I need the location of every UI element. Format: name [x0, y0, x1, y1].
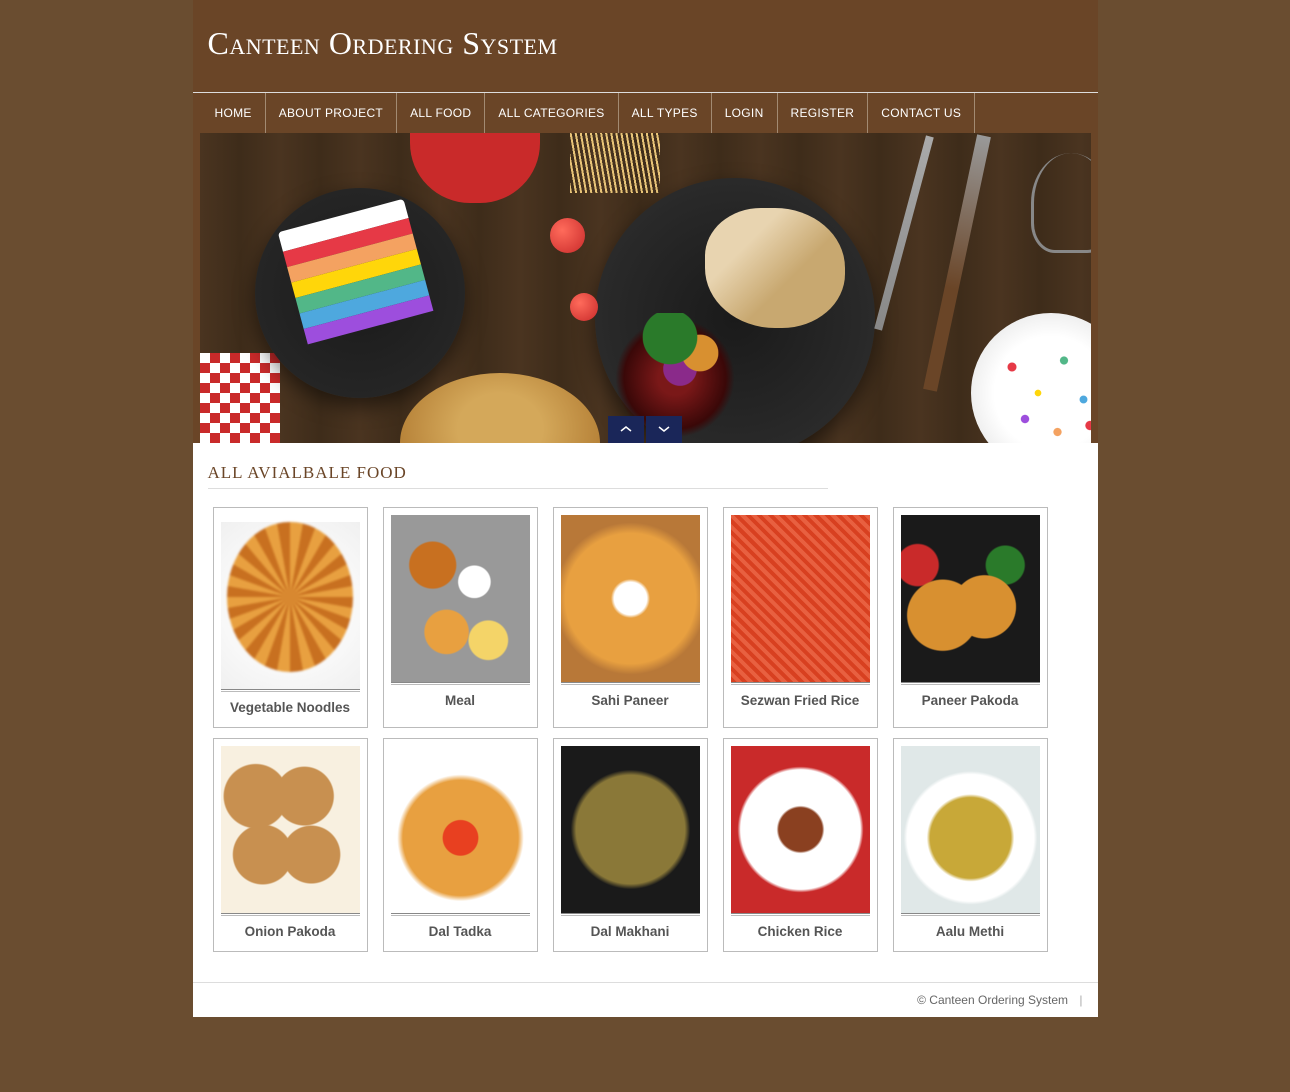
nav-label: ALL FOOD	[410, 106, 471, 120]
food-image	[391, 746, 530, 914]
tomato	[550, 218, 585, 253]
food-image	[901, 515, 1040, 683]
nav-label: REGISTER	[791, 106, 855, 120]
footer-copyright: © Canteen Ordering System	[917, 993, 1068, 1007]
site-title: Canteen Ordering System	[208, 25, 1083, 62]
nav-home[interactable]: HOME	[193, 93, 266, 133]
slider-controls	[607, 416, 683, 443]
food-name: Sezwan Fried Rice	[731, 693, 870, 708]
food-image	[221, 746, 360, 914]
food-card-paneer-pakoda[interactable]: Paneer Pakoda	[893, 507, 1048, 728]
slider-prev-button[interactable]	[608, 416, 644, 443]
main-content: ALL AVIALBALE FOOD Vegetable Noodles Mea…	[193, 443, 1098, 982]
food-card-vegetable-noodles[interactable]: Vegetable Noodles	[213, 507, 368, 728]
section-divider	[208, 488, 828, 489]
food-name: Sahi Paneer	[561, 693, 700, 708]
food-image	[731, 515, 870, 683]
food-name: Paneer Pakoda	[901, 693, 1040, 708]
section-title: ALL AVIALBALE FOOD	[208, 463, 1083, 483]
hero-slider	[193, 133, 1098, 443]
checkered-cloth	[200, 353, 280, 443]
tomato	[570, 293, 598, 321]
nav-login[interactable]: LOGIN	[712, 93, 778, 133]
nav-all-types[interactable]: ALL TYPES	[619, 93, 712, 133]
food-name: Dal Makhani	[561, 924, 700, 939]
nav-label: ALL TYPES	[632, 106, 698, 120]
food-card-sahi-paneer[interactable]: Sahi Paneer	[553, 507, 708, 728]
food-name: Aalu Methi	[901, 924, 1040, 939]
main-nav: HOME ABOUT PROJECT ALL FOOD ALL CATEGORI…	[193, 92, 1098, 133]
footer: © Canteen Ordering System |	[193, 982, 1098, 1017]
nav-about-project[interactable]: ABOUT PROJECT	[266, 93, 397, 133]
main-plate	[595, 178, 875, 443]
food-name: Chicken Rice	[731, 924, 870, 939]
food-card-meal[interactable]: Meal	[383, 507, 538, 728]
food-image	[901, 746, 1040, 914]
food-image	[731, 746, 870, 914]
chevron-down-icon	[657, 421, 671, 439]
nav-label: ABOUT PROJECT	[279, 106, 383, 120]
hero-image	[200, 133, 1091, 443]
food-name: Dal Tadka	[391, 924, 530, 939]
food-grid: Vegetable Noodles Meal Sahi Paneer Sezwa…	[208, 507, 1083, 952]
header: Canteen Ordering System	[193, 0, 1098, 92]
food-card-sezwan-fried-rice[interactable]: Sezwan Fried Rice	[723, 507, 878, 728]
food-card-onion-pakoda[interactable]: Onion Pakoda	[213, 738, 368, 952]
food-image	[221, 522, 360, 690]
vegetables	[640, 313, 740, 393]
nav-label: HOME	[215, 106, 252, 120]
food-card-aalu-methi[interactable]: Aalu Methi	[893, 738, 1048, 952]
slider-next-button[interactable]	[646, 416, 682, 443]
food-name: Vegetable Noodles	[221, 700, 360, 715]
food-card-chicken-rice[interactable]: Chicken Rice	[723, 738, 878, 952]
nav-all-categories[interactable]: ALL CATEGORIES	[485, 93, 618, 133]
food-card-dal-tadka[interactable]: Dal Tadka	[383, 738, 538, 952]
nav-contact-us[interactable]: CONTACT US	[868, 93, 975, 133]
food-image	[561, 746, 700, 914]
nav-all-food[interactable]: ALL FOOD	[397, 93, 485, 133]
food-image	[391, 515, 530, 683]
pasta-sticks	[570, 133, 660, 193]
chevron-up-icon	[619, 421, 633, 439]
food-card-dal-makhani[interactable]: Dal Makhani	[553, 738, 708, 952]
nav-register[interactable]: REGISTER	[778, 93, 869, 133]
food-name: Meal	[391, 693, 530, 708]
nav-label: LOGIN	[725, 106, 764, 120]
nav-label: ALL CATEGORIES	[498, 106, 604, 120]
page-container: Canteen Ordering System HOME ABOUT PROJE…	[193, 0, 1098, 1017]
food-image	[561, 515, 700, 683]
food-name: Onion Pakoda	[221, 924, 360, 939]
footer-divider: |	[1079, 993, 1082, 1007]
nav-label: CONTACT US	[881, 106, 961, 120]
